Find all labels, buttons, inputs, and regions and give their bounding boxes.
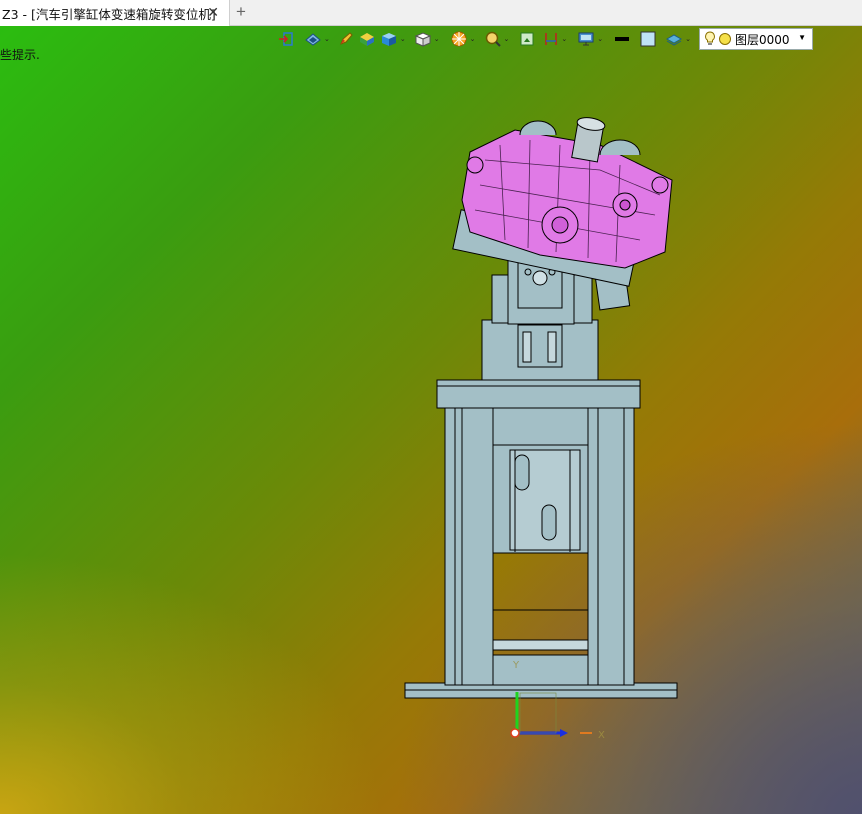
lightbulb-icon[interactable] — [704, 31, 716, 47]
layers-icon — [666, 34, 683, 46]
chevron-down-icon: ⌄ — [561, 36, 568, 43]
top-plate — [436, 379, 641, 409]
chevron-down-icon: ⌄ — [685, 36, 691, 43]
zoom-icon — [485, 31, 501, 47]
wire-cube-icon — [414, 32, 432, 47]
display-icon — [578, 32, 594, 46]
exit-sketch-button[interactable] — [278, 29, 294, 49]
fill-color-button[interactable] — [639, 29, 657, 49]
zoom-button[interactable]: ⌄ — [484, 29, 510, 49]
document-tab[interactable]: Z3 - [汽车引擎缸体变速箱旋转变位机] ✕ — [0, 0, 230, 26]
layers-button[interactable]: ⌄ — [665, 29, 691, 49]
shaded-box-icon — [359, 33, 374, 46]
right-column — [587, 404, 635, 686]
shaded-box-button[interactable] — [358, 29, 376, 49]
close-icon[interactable]: ✕ — [207, 4, 219, 20]
display-button[interactable]: ⌄ — [577, 29, 603, 49]
positioner-model[interactable]: Y X — [0, 26, 862, 814]
sketch-pencil-button[interactable] — [338, 29, 354, 49]
render-mode-button[interactable]: ⌄ — [450, 29, 476, 49]
svg-text:X: X — [598, 730, 605, 741]
layer-name: 图层0000 — [735, 32, 790, 47]
view-orient-icon — [305, 33, 321, 46]
chevron-down-icon: ⌄ — [503, 36, 510, 43]
chevron-down-icon: ⌄ — [433, 36, 440, 43]
fit-view-icon — [520, 32, 534, 46]
wire-cube-button[interactable]: ⌄ — [414, 29, 440, 49]
cube-view-icon — [381, 33, 396, 46]
svg-text:Y: Y — [512, 660, 520, 671]
new-tab-button[interactable]: + — [236, 3, 246, 21]
chevron-down-icon[interactable]: ▼ — [798, 33, 806, 42]
layer-selector[interactable]: 图层0000 ▼ — [699, 28, 813, 50]
chevron-down-icon: ⌄ — [469, 36, 476, 43]
prompt-hint: 些提示. — [0, 48, 40, 62]
document-tab-title: Z3 - [汽车引擎缸体变速箱旋转变位机] — [2, 6, 216, 22]
line-color-button[interactable] — [613, 29, 631, 49]
cube-view-button[interactable]: ⌄ — [380, 29, 406, 49]
fill-color-icon — [640, 31, 656, 47]
exit-sketch-icon — [279, 32, 293, 46]
pencil-icon — [339, 32, 353, 45]
fit-view-button[interactable] — [519, 29, 535, 49]
chevron-down-icon: ⌄ — [597, 36, 604, 43]
chevron-down-icon: ⌄ — [399, 36, 406, 43]
left-column — [444, 404, 494, 686]
layer-color-icon[interactable] — [718, 32, 732, 46]
view-orient-button[interactable]: ⌄ — [304, 29, 330, 49]
render-mode-icon — [451, 31, 467, 47]
tab-bar: Z3 - [汽车引擎缸体变速箱旋转变位机] ✕ + — [0, 0, 862, 26]
line-color-icon — [615, 37, 630, 41]
dimension-icon — [545, 33, 558, 45]
dimension-button[interactable]: ⌄ — [543, 29, 567, 49]
view-toolbar: ⌄ ⌄ ⌄ ⌄ ⌄ ⌄ ⌄ ⌄ 图层0000 ▼ — [278, 28, 813, 50]
3d-viewport[interactable]: 些提示. ⌄ ⌄ ⌄ ⌄ ⌄ ⌄ ⌄ ⌄ 图层0000 ▼ Y X — [0, 26, 862, 814]
chevron-down-icon: ⌄ — [324, 36, 330, 43]
